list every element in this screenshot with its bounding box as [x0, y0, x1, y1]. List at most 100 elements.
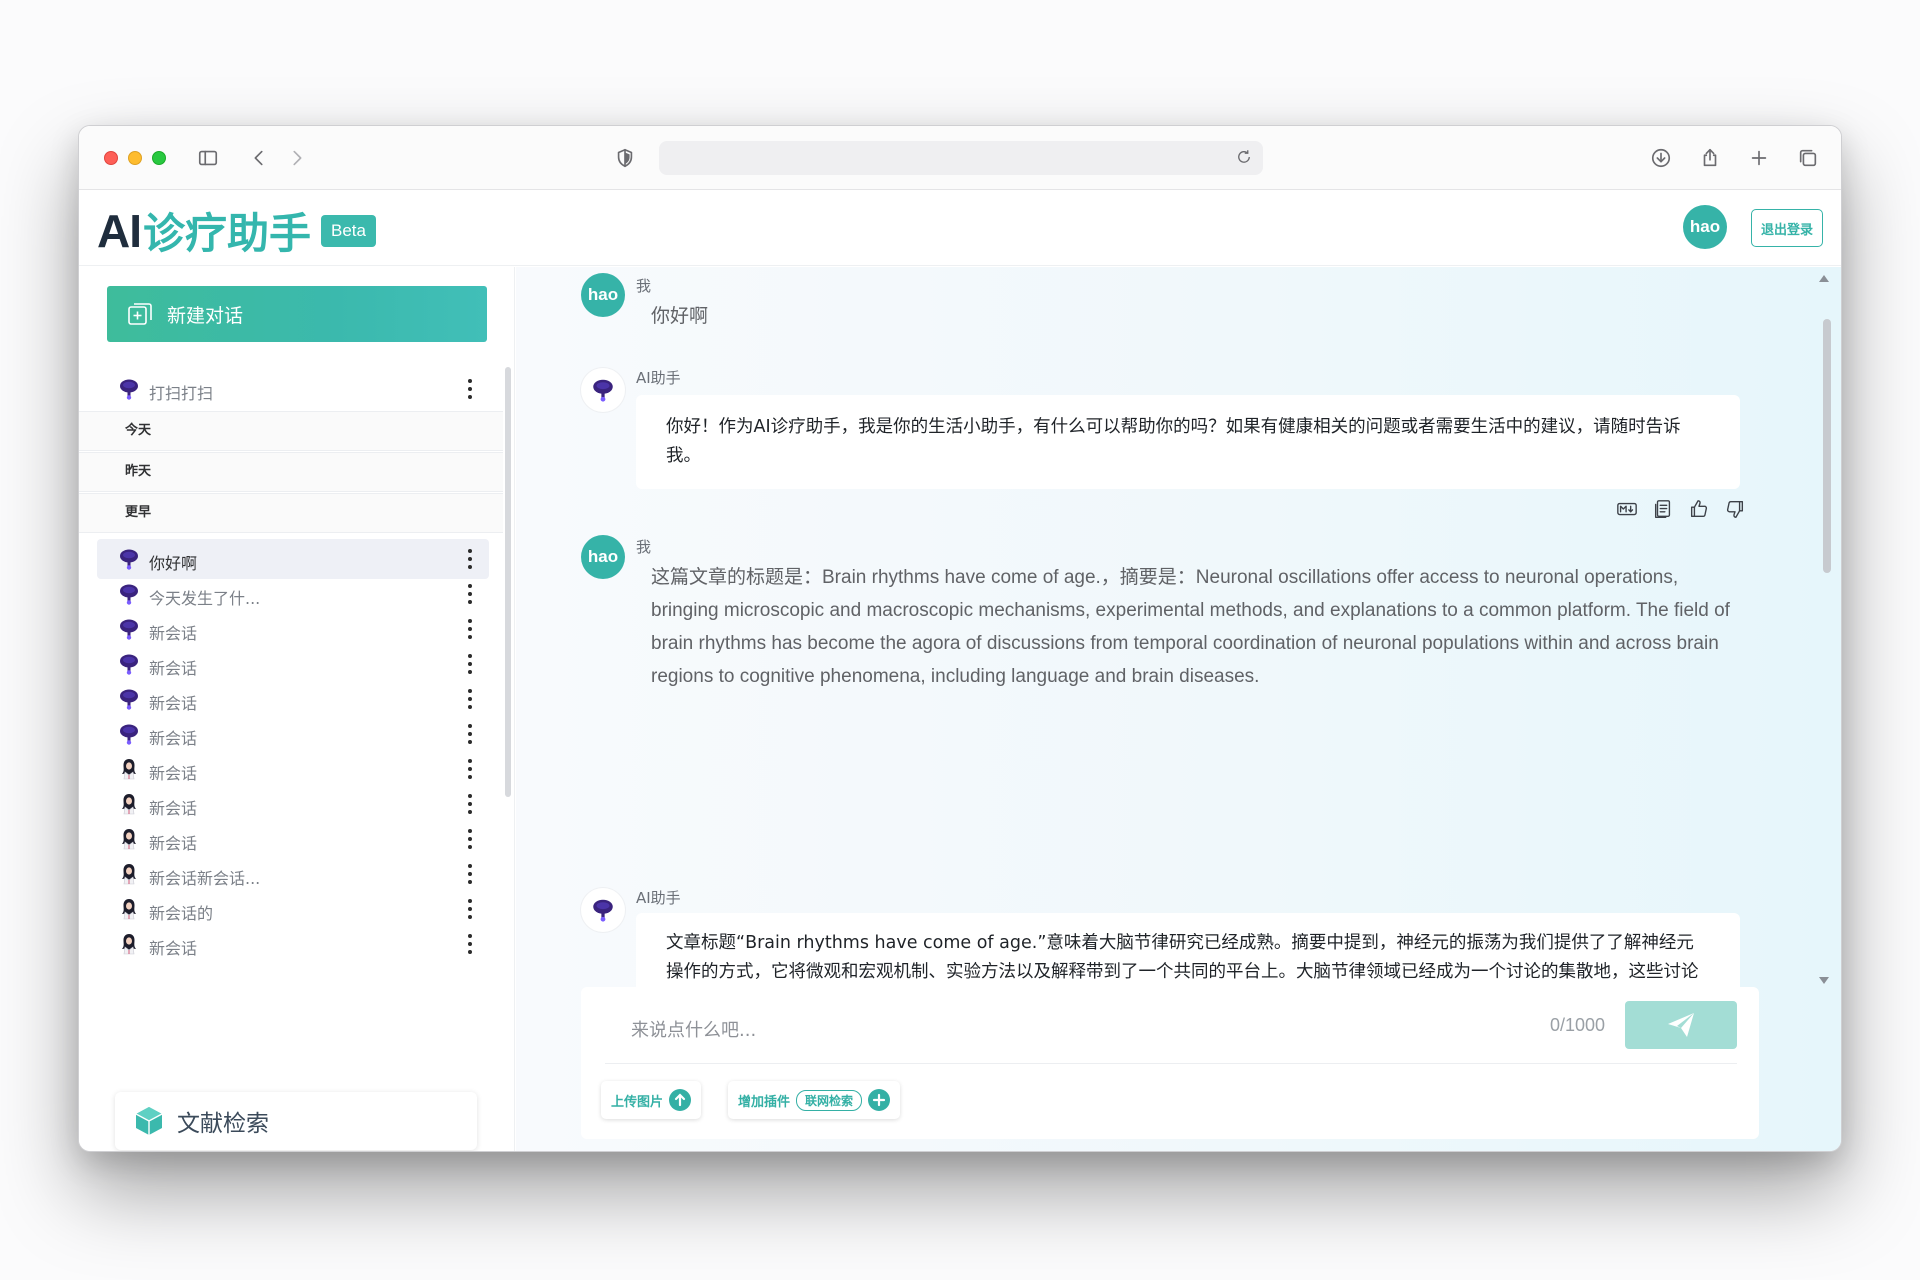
- logout-button[interactable]: 退出登录: [1750, 209, 1823, 247]
- conversation-title: 新会话: [149, 624, 198, 643]
- conversation-list: 打扫打扫 今天 昨天 更早 你好啊 今天发生了什... 新会话 新会话 新会话 新会话 新会…: [79, 367, 503, 1057]
- new-chat-button[interactable]: 新建对话: [107, 286, 487, 342]
- minimize-window-button[interactable]: [128, 151, 142, 165]
- conversation-title: 新会话: [149, 729, 198, 748]
- address-bar[interactable]: [659, 141, 1263, 175]
- robot-avatar-icon: [117, 377, 141, 401]
- markdown-icon[interactable]: [1615, 497, 1639, 521]
- send-icon: [1668, 1013, 1694, 1037]
- doctor-avatar-icon: [117, 932, 141, 956]
- composer-divider: [605, 1063, 1737, 1064]
- new-chat-icon: [127, 301, 153, 327]
- thumbs-down-icon[interactable]: [1723, 497, 1747, 521]
- conversation-item[interactable]: 新会话: [97, 749, 489, 789]
- conversation-item[interactable]: 新会话: [97, 819, 489, 859]
- conversation-item[interactable]: 新会话新会话...: [97, 854, 489, 894]
- more-options-icon[interactable]: [463, 932, 477, 956]
- user-avatar[interactable]: hao: [1683, 205, 1727, 249]
- conversation-item[interactable]: 打扫打扫: [97, 369, 489, 409]
- conversation-item[interactable]: 新会话的: [97, 889, 489, 929]
- doctor-avatar-icon: [117, 897, 141, 921]
- conversation-item[interactable]: 新会话: [97, 924, 489, 964]
- reload-icon[interactable]: [1235, 148, 1255, 168]
- app-logo: AI 诊疗助手 Beta: [97, 200, 376, 261]
- more-options-icon[interactable]: [463, 652, 477, 676]
- beta-badge: Beta: [321, 214, 376, 247]
- character-counter: 0/1000: [1549, 1015, 1605, 1035]
- scroll-down-arrow[interactable]: [1819, 977, 1829, 984]
- more-options-icon[interactable]: [463, 377, 477, 401]
- back-icon[interactable]: [245, 144, 273, 172]
- conversation-title: 新会话: [149, 939, 198, 958]
- message-input[interactable]: 来说点什么吧...: [631, 1016, 756, 1042]
- more-options-icon[interactable]: [463, 792, 477, 816]
- zoom-window-button[interactable]: [152, 151, 166, 165]
- upload-arrow-icon: [669, 1089, 692, 1111]
- upload-image-button[interactable]: 上传图片: [601, 1081, 702, 1119]
- ai-avatar: [581, 888, 625, 932]
- conversation-item[interactable]: 今天发生了什...: [97, 574, 489, 614]
- literature-search-label: 文献检索: [177, 1111, 269, 1137]
- more-options-icon[interactable]: [463, 827, 477, 851]
- more-options-icon[interactable]: [463, 582, 477, 606]
- group-header-today: 今天: [79, 411, 503, 451]
- browser-window: AI 诊疗助手 Beta hao 退出登录 新建对话 打扫打扫 今天 昨天 更早…: [78, 125, 1842, 1152]
- add-plugin-label: 增加插件: [738, 1094, 791, 1110]
- conversation-title: 新会话: [149, 764, 198, 783]
- robot-avatar-icon: [117, 687, 141, 711]
- conversation-sidebar: 新建对话 打扫打扫 今天 昨天 更早 你好啊 今天发生了什... 新会话 新会话 新会话…: [79, 267, 515, 1151]
- conversation-item[interactable]: 新会话: [97, 609, 489, 649]
- add-icon: [868, 1089, 891, 1111]
- copy-icon[interactable]: [1651, 497, 1675, 521]
- conversation-item[interactable]: 新会话: [97, 679, 489, 719]
- conversation-item[interactable]: 你好啊: [97, 539, 489, 579]
- user-message-text: 你好啊: [651, 306, 709, 327]
- more-options-icon[interactable]: [463, 687, 477, 711]
- robot-avatar-icon: [117, 617, 141, 641]
- ai-message-bubble: 你好！作为AI诊疗助手，我是你的生活小助手，有什么可以帮助你的吗？如果有健康相关…: [636, 395, 1740, 489]
- more-options-icon[interactable]: [463, 722, 477, 746]
- group-header-earlier: 更早: [79, 493, 503, 533]
- group-header-yesterday: 昨天: [79, 452, 503, 492]
- browser-toolbar: [79, 126, 1841, 190]
- doctor-avatar-icon: [117, 792, 141, 816]
- scroll-up-arrow[interactable]: [1819, 275, 1829, 282]
- conversation-item[interactable]: 新会话: [97, 784, 489, 824]
- doctor-avatar-icon: [117, 827, 141, 851]
- conversation-title: 新会话新会话...: [149, 869, 261, 888]
- conversation-title: 新会话: [149, 799, 198, 818]
- literature-search-button[interactable]: 文献检索: [115, 1092, 477, 1150]
- cube-icon: [133, 1105, 165, 1137]
- chat-scrollbar[interactable]: [1823, 319, 1831, 573]
- more-options-icon[interactable]: [463, 897, 477, 921]
- share-icon[interactable]: [1696, 144, 1724, 172]
- add-plugin-button[interactable]: 增加插件 联网检索: [728, 1081, 901, 1119]
- robot-avatar-icon: [117, 722, 141, 746]
- web-search-plugin-tag[interactable]: 联网检索: [796, 1089, 863, 1111]
- send-button[interactable]: [1625, 1001, 1737, 1049]
- message-composer: 来说点什么吧... 0/1000 上传图片 增加插件 联网检索: [581, 987, 1759, 1139]
- conversation-item[interactable]: 新会话: [97, 714, 489, 754]
- sidebar-scrollbar[interactable]: [505, 367, 511, 797]
- thumbs-up-icon[interactable]: [1687, 497, 1711, 521]
- tab-overview-icon[interactable]: [1794, 144, 1822, 172]
- message-sender: AI助手: [636, 369, 681, 387]
- sidebar-toggle-icon[interactable]: [194, 144, 222, 172]
- more-options-icon[interactable]: [463, 757, 477, 781]
- more-options-icon[interactable]: [463, 617, 477, 641]
- privacy-shield-icon[interactable]: [611, 144, 639, 172]
- close-window-button[interactable]: [104, 151, 118, 165]
- conversation-title: 打扫打扫: [149, 384, 214, 403]
- new-tab-icon[interactable]: [1745, 144, 1773, 172]
- user-message-avatar: hao: [581, 273, 625, 317]
- conversation-title: 新会话: [149, 659, 198, 678]
- more-options-icon[interactable]: [463, 547, 477, 571]
- brand-ai: AI: [97, 204, 142, 257]
- robot-avatar-icon: [117, 582, 141, 606]
- more-options-icon[interactable]: [463, 862, 477, 886]
- user-message-avatar: hao: [581, 535, 625, 579]
- download-icon[interactable]: [1647, 144, 1675, 172]
- conversation-item[interactable]: 新会话: [97, 644, 489, 684]
- forward-icon[interactable]: [283, 144, 311, 172]
- ai-avatar: [581, 368, 625, 412]
